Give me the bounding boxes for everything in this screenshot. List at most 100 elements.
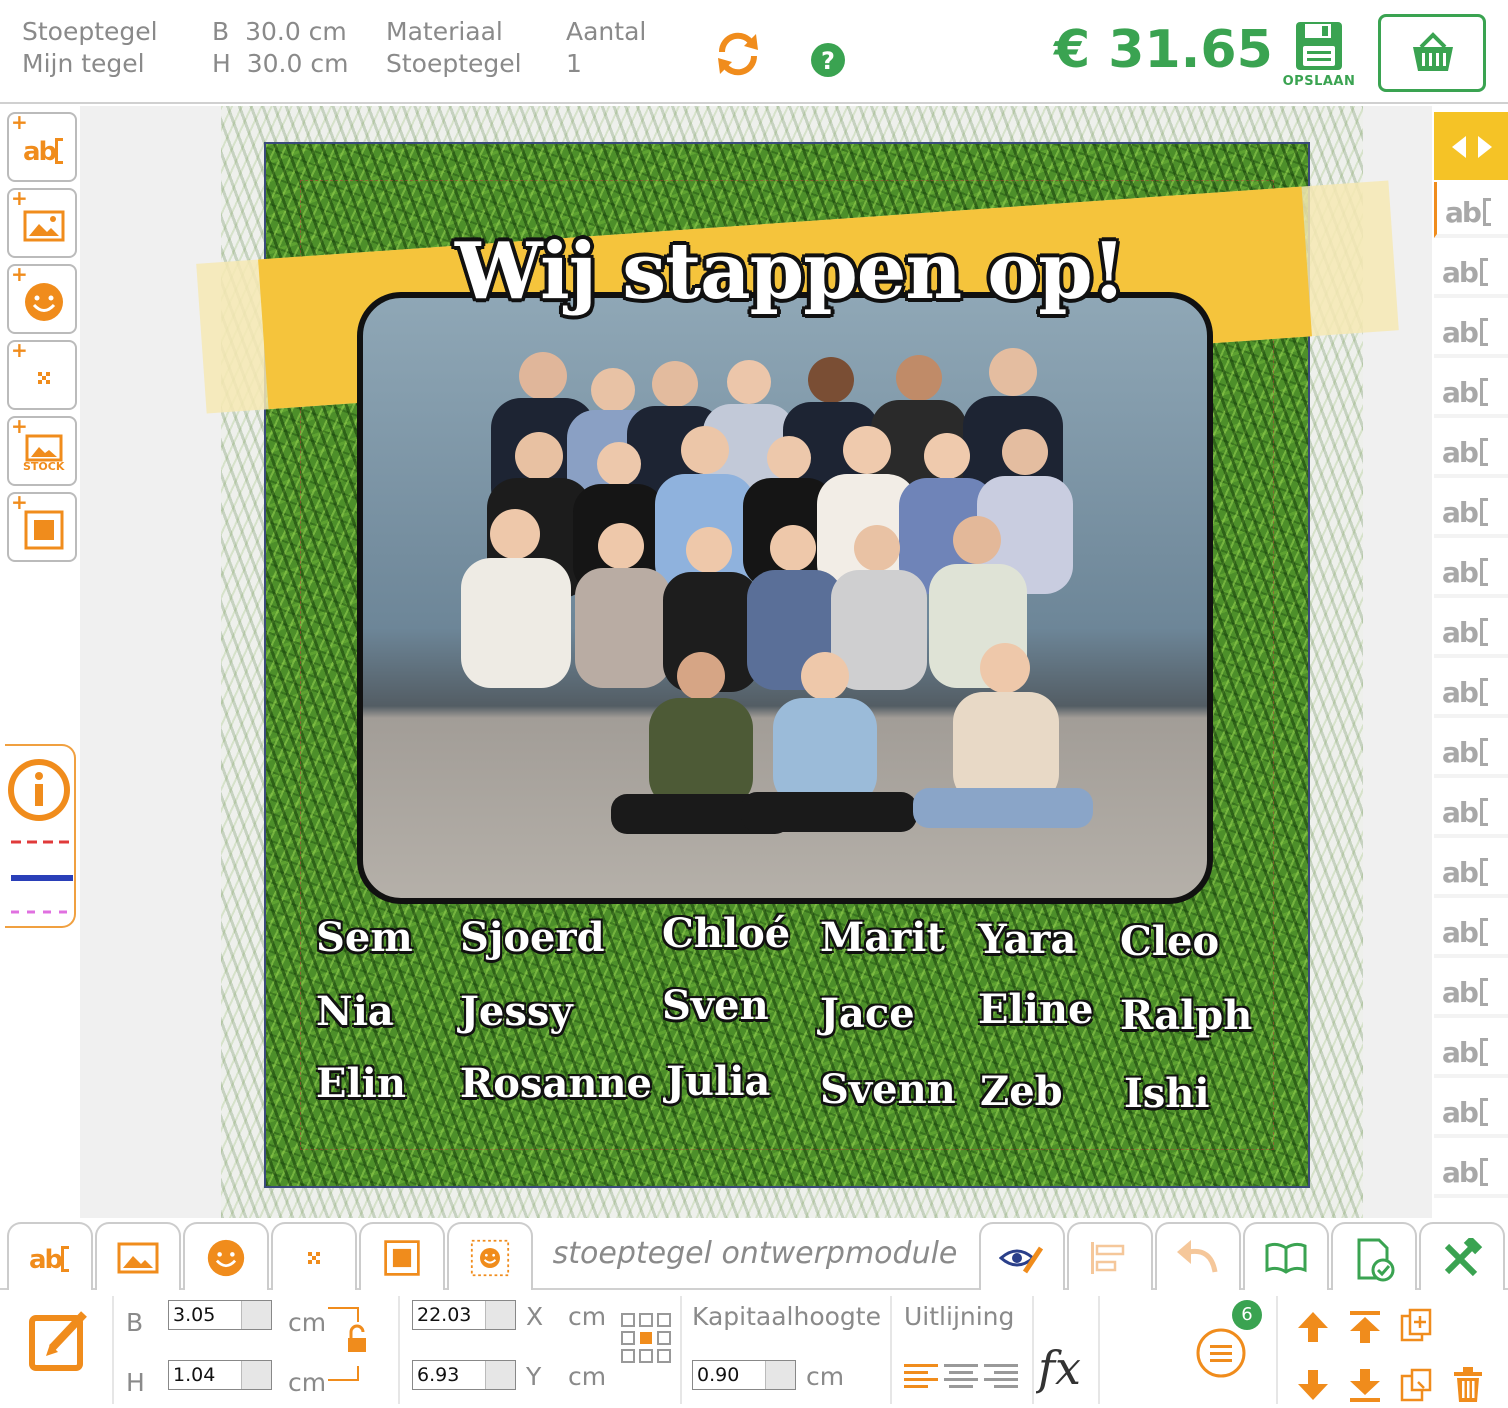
quantity-value[interactable]: 1 <box>566 48 646 80</box>
align-left-text-icon[interactable] <box>904 1362 938 1392</box>
tab-manual[interactable] <box>1243 1222 1329 1290</box>
material-value[interactable]: Stoeptegel <box>386 48 522 80</box>
tab-tools[interactable] <box>1419 1222 1505 1290</box>
add-shape-tool[interactable]: + <box>7 490 77 562</box>
x-stepper[interactable]: 22.03 <box>412 1300 516 1330</box>
tab-emoji[interactable] <box>183 1222 269 1290</box>
product-name[interactable]: Mijn tegel <box>22 48 158 80</box>
add-image-tool[interactable]: + <box>7 186 77 258</box>
student-name-text[interactable]: Eline <box>978 986 1093 1033</box>
refresh-icon[interactable] <box>712 28 764 80</box>
text-field-icon: ab <box>1442 256 1488 288</box>
student-name-text[interactable]: Nia <box>316 988 394 1035</box>
height-label: H <box>212 49 231 78</box>
trash-icon[interactable] <box>1452 1366 1484 1404</box>
student-name-text[interactable]: Svenn <box>820 1066 956 1113</box>
student-name-text[interactable]: Marit <box>820 914 945 961</box>
tab-check[interactable] <box>1331 1222 1417 1290</box>
tab-align[interactable] <box>1067 1222 1153 1290</box>
student-name-text[interactable]: Rosanne <box>460 1060 652 1107</box>
student-name-text[interactable]: Jessy <box>460 988 573 1035</box>
quantity-label: Aantal <box>566 17 647 46</box>
height-stepper[interactable]: 1.04 <box>168 1360 272 1390</box>
group-photo[interactable] <box>357 292 1213 904</box>
save-button[interactable]: OPSLAAN <box>1280 18 1358 92</box>
layer-item[interactable]: ab <box>1434 1142 1508 1198</box>
image-icon <box>117 1242 159 1274</box>
layer-item[interactable]: ab <box>1434 902 1508 958</box>
student-name-text[interactable]: Zeb <box>980 1068 1063 1115</box>
student-name-text[interactable]: Sjoerd <box>460 914 605 961</box>
layer-item[interactable]: ab <box>1434 722 1508 778</box>
tab-image[interactable] <box>95 1222 181 1290</box>
layer-item[interactable]: ab <box>1434 602 1508 658</box>
text-field-icon: ab <box>1442 556 1488 588</box>
stepper-arrows-icon[interactable] <box>765 1361 795 1389</box>
layer-item[interactable]: ab <box>1434 302 1508 358</box>
stepper-arrows-icon[interactable] <box>241 1301 271 1329</box>
add-text-tool[interactable]: + ab <box>7 110 77 182</box>
student-name-text[interactable]: Cleo <box>1120 918 1219 965</box>
student-name-text[interactable]: Elin <box>316 1060 406 1107</box>
move-to-top-icon[interactable] <box>1348 1310 1382 1344</box>
layer-item[interactable]: ab <box>1434 1082 1508 1138</box>
material-info: Materiaal Stoeptegel <box>386 16 522 80</box>
width-stepper[interactable]: 3.05 <box>168 1300 272 1330</box>
layer-item[interactable]: ab <box>1434 1022 1508 1078</box>
eye-pencil-icon <box>999 1246 1044 1274</box>
stepper-arrows-icon[interactable] <box>485 1361 515 1389</box>
layer-item[interactable]: ab <box>1434 782 1508 838</box>
move-up-icon[interactable] <box>1296 1310 1330 1344</box>
text-field-icon: ab <box>1442 1036 1488 1068</box>
text-field-icon: ab <box>1442 916 1488 948</box>
tab-text[interactable]: ab <box>7 1222 93 1290</box>
cart-button[interactable] <box>1378 14 1486 92</box>
layer-item[interactable]: ab <box>1434 242 1508 298</box>
student-name-text[interactable]: Julia <box>666 1058 770 1105</box>
student-name-text[interactable]: Chloé <box>662 910 790 957</box>
aspect-lock-icon[interactable] <box>326 1306 370 1382</box>
function-fx-icon[interactable]: fx <box>1036 1334 1098 1398</box>
layers-menu-icon[interactable] <box>1194 1326 1248 1380</box>
student-name-text[interactable]: Jace <box>820 990 915 1037</box>
layer-item[interactable]: ab <box>1434 182 1508 238</box>
tab-preview[interactable] <box>979 1222 1065 1290</box>
layer-item[interactable]: ab <box>1434 662 1508 718</box>
tab-shape[interactable] <box>359 1222 445 1290</box>
move-to-bottom-icon[interactable] <box>1348 1368 1382 1404</box>
student-name-text[interactable]: Sven <box>662 982 769 1029</box>
add-qr-tool[interactable]: + <box>7 338 77 410</box>
add-stock-tool[interactable]: + STOCK <box>7 414 77 486</box>
stepper-arrows-icon[interactable] <box>241 1361 271 1389</box>
tab-background[interactable] <box>447 1222 533 1290</box>
info-icon[interactable] <box>7 758 71 822</box>
student-name-text[interactable]: Sem <box>316 914 413 961</box>
layer-item[interactable]: ab <box>1434 842 1508 898</box>
help-icon[interactable]: ? <box>810 42 846 78</box>
cap-height-stepper[interactable]: 0.90 <box>692 1360 796 1390</box>
tab-undo[interactable] <box>1155 1222 1241 1290</box>
layer-item[interactable]: ab <box>1434 542 1508 598</box>
align-center-text-icon[interactable] <box>944 1362 978 1392</box>
panel-toggle-button[interactable] <box>1434 112 1508 180</box>
layer-item[interactable]: ab <box>1434 482 1508 538</box>
add-emoji-tool[interactable]: + <box>7 262 77 334</box>
move-down-icon[interactable] <box>1296 1368 1330 1402</box>
position-grid-icon[interactable] <box>620 1312 672 1364</box>
y-stepper[interactable]: 6.93 <box>412 1360 516 1390</box>
student-name-text[interactable]: Yara <box>978 916 1076 963</box>
canvas-title-text[interactable]: Wij stappen op! <box>430 226 1150 317</box>
duplicate-icon[interactable] <box>1400 1308 1434 1344</box>
layer-item[interactable]: ab <box>1434 422 1508 478</box>
layer-item[interactable]: ab <box>1434 962 1508 1018</box>
replace-icon[interactable] <box>1400 1368 1434 1404</box>
text-field-icon: ab <box>1442 676 1488 708</box>
edit-icon[interactable] <box>28 1308 92 1372</box>
text-field-icon: ab <box>1442 616 1488 648</box>
student-name-text[interactable]: Ralph <box>1120 992 1252 1039</box>
stepper-arrows-icon[interactable] <box>485 1301 515 1329</box>
layer-item[interactable]: ab <box>1434 362 1508 418</box>
tab-qr[interactable] <box>271 1222 357 1290</box>
align-right-text-icon[interactable] <box>984 1362 1018 1392</box>
student-name-text[interactable]: Ishi <box>1124 1070 1210 1117</box>
